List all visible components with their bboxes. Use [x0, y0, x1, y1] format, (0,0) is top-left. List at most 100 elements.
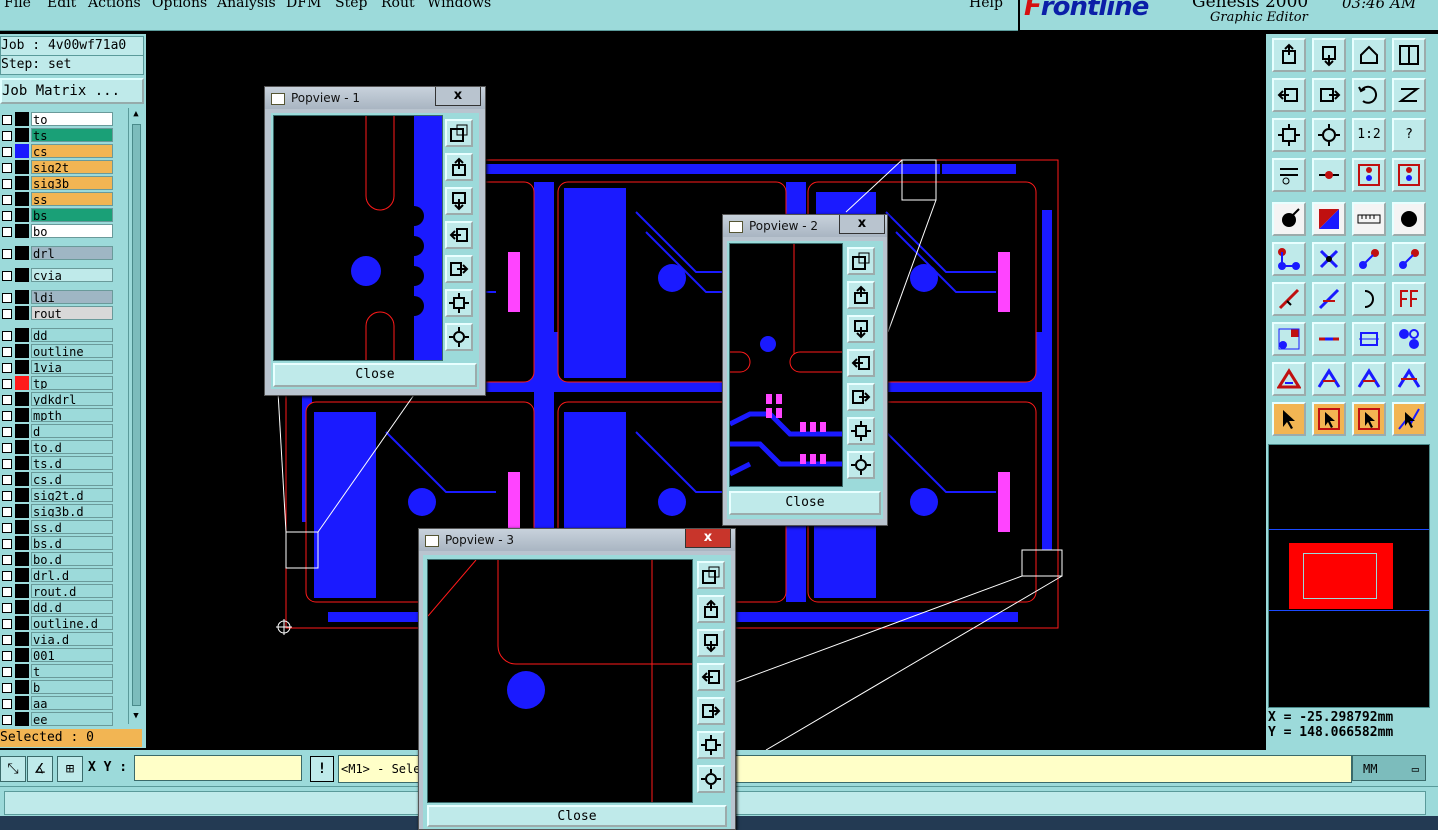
popview-2-pan-down-icon[interactable]: [847, 315, 875, 343]
layer-checkbox[interactable]: [2, 331, 12, 341]
move-up-button[interactable]: [1272, 38, 1306, 72]
layer-row[interactable]: ⟋sig2t.d: [0, 488, 116, 503]
layer-checkbox[interactable]: [2, 571, 12, 581]
layer-name[interactable]: ts.d: [31, 456, 113, 470]
layer-row[interactable]: ⟋to.d: [0, 440, 116, 455]
line-tool-icon[interactable]: [1272, 282, 1306, 316]
layer-checkbox[interactable]: [2, 271, 12, 281]
popview-3-zoom-in-icon[interactable]: [697, 561, 725, 589]
layer-row[interactable]: 001: [0, 648, 116, 663]
layer-color-swatch[interactable]: [15, 504, 29, 518]
pad-select-icon[interactable]: [1272, 322, 1306, 356]
layer-color-swatch[interactable]: [15, 648, 29, 662]
layer-name[interactable]: ee: [31, 712, 113, 726]
text-tool-icon[interactable]: [1392, 282, 1426, 316]
layer-checkbox[interactable]: [2, 163, 12, 173]
layer-row[interactable]: bo: [0, 224, 116, 239]
menu-help[interactable]: Help: [969, 0, 1003, 11]
popview-1-close-button[interactable]: Close: [273, 363, 477, 387]
layer-stack-2-icon[interactable]: [1392, 158, 1426, 192]
popview-1-fit-icon[interactable]: [445, 289, 473, 317]
layer-checkbox[interactable]: [2, 555, 12, 565]
layer-name[interactable]: 1via: [31, 360, 113, 374]
layer-checkbox[interactable]: [2, 195, 12, 205]
grid-icon[interactable]: ⊞: [57, 756, 83, 782]
popview-1-pan-left-icon[interactable]: [445, 221, 473, 249]
popview-2-pan-up-icon[interactable]: [847, 281, 875, 309]
scroll-track[interactable]: [132, 124, 141, 706]
pin-icon[interactable]: [1312, 158, 1346, 192]
layer-name[interactable]: dd.d: [31, 600, 113, 614]
layer-name[interactable]: 001: [31, 648, 113, 662]
layer-row[interactable]: ss: [0, 192, 116, 207]
layer-checkbox[interactable]: [2, 411, 12, 421]
layer-stack-icon[interactable]: [1352, 158, 1386, 192]
layer-checkbox[interactable]: [2, 459, 12, 469]
overview-map[interactable]: [1268, 444, 1430, 708]
layer-row[interactable]: ⟋sig3b.d: [0, 504, 116, 519]
angle-icon[interactable]: ∡: [27, 756, 53, 782]
layer-row[interactable]: bs: [0, 208, 116, 223]
units-select[interactable]: MM ▭: [1352, 755, 1426, 781]
layer-color-swatch[interactable]: [15, 520, 29, 534]
layer-checkbox[interactable]: [2, 293, 12, 303]
layer-checkbox[interactable]: [2, 667, 12, 677]
layer-row[interactable]: t: [0, 664, 116, 679]
layer-name[interactable]: via.d: [31, 632, 113, 646]
help-button[interactable]: ?: [1392, 118, 1426, 152]
menu-edit[interactable]: Edit: [47, 0, 76, 11]
layer-color-swatch[interactable]: [15, 712, 29, 726]
move-down-button[interactable]: [1312, 38, 1346, 72]
job-matrix-button[interactable]: Job Matrix ...: [0, 78, 144, 104]
polygon-tool-icon[interactable]: [1272, 362, 1306, 396]
layer-color-swatch[interactable]: [15, 616, 29, 630]
redraw-icon[interactable]: [1392, 78, 1426, 112]
popview-2-close-button[interactable]: Close: [729, 491, 881, 515]
menu-analysis[interactable]: Analysis: [217, 0, 276, 11]
undo-view-icon[interactable]: [1352, 78, 1386, 112]
layer-name[interactable]: bo: [31, 224, 113, 238]
layer-row[interactable]: to: [0, 112, 116, 127]
layer-checkbox[interactable]: [2, 603, 12, 613]
connect-pads-icon[interactable]: [1272, 242, 1306, 276]
layer-checkbox[interactable]: [2, 443, 12, 453]
layer-name[interactable]: ydkdrl: [31, 392, 113, 406]
layer-name[interactable]: drl: [31, 246, 113, 260]
select-net-icon[interactable]: [1392, 402, 1426, 436]
layer-name[interactable]: outline.d: [31, 616, 113, 630]
arc-tool-icon[interactable]: [1352, 282, 1386, 316]
layer-color-swatch[interactable]: [15, 224, 29, 238]
layer-row[interactable]: cs: [0, 144, 116, 159]
select-lasso-icon[interactable]: [1352, 402, 1386, 436]
popview-3-pan-right-icon[interactable]: [697, 697, 725, 725]
layer-checkbox[interactable]: [2, 211, 12, 221]
layer-color-swatch[interactable]: [15, 680, 29, 694]
zoom-center-icon[interactable]: [1312, 118, 1346, 152]
layer-color-swatch[interactable]: [15, 268, 29, 282]
menu-actions[interactable]: Actions: [88, 0, 141, 11]
layer-name[interactable]: to: [31, 112, 113, 126]
xy-input[interactable]: [134, 755, 302, 781]
layer-row[interactable]: via.d: [0, 632, 116, 647]
popview-2-pan-left-icon[interactable]: [847, 349, 875, 377]
polygon-tool-3-icon[interactable]: [1352, 362, 1386, 396]
layer-color-swatch[interactable]: [15, 328, 29, 342]
layer-color-swatch[interactable]: [15, 128, 29, 142]
layer-scrollbar[interactable]: ▲ ▼: [128, 108, 143, 724]
layer-name[interactable]: rout: [31, 306, 113, 320]
layer-row[interactable]: sig3b: [0, 176, 116, 191]
layer-name[interactable]: drl.d: [31, 568, 113, 582]
measure-icon[interactable]: [1272, 158, 1306, 192]
ruler-icon[interactable]: [1352, 202, 1386, 236]
layer-row[interactable]: aa: [0, 696, 116, 711]
polygon-tool-4-icon[interactable]: [1392, 362, 1426, 396]
layer-name[interactable]: sig2t: [31, 160, 113, 174]
popview-2-fit-icon[interactable]: [847, 417, 875, 445]
popview-1-pan-up-icon[interactable]: [445, 153, 473, 181]
layer-color-swatch[interactable]: [15, 696, 29, 710]
layer-color-swatch[interactable]: [15, 144, 29, 158]
layer-color-swatch[interactable]: [15, 344, 29, 358]
layer-row[interactable]: dd.d: [0, 600, 116, 615]
layer-row[interactable]: ⟋ts.d: [0, 456, 116, 471]
layer-name[interactable]: rout.d: [31, 584, 113, 598]
